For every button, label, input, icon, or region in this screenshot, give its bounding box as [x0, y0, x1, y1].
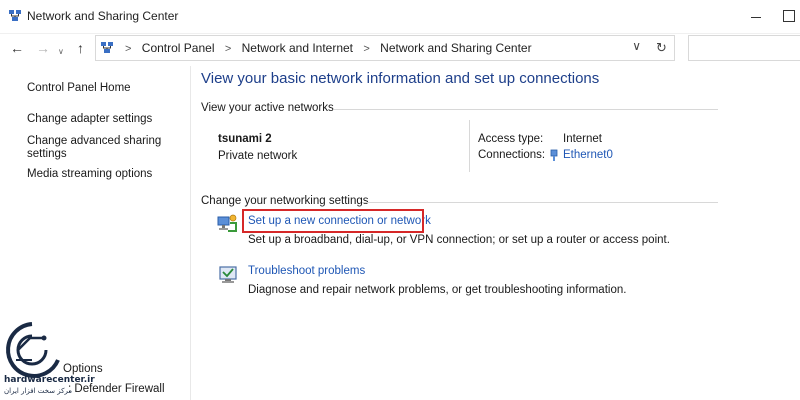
sidebar-item-media-streaming-options[interactable]: Media streaming options	[27, 166, 152, 183]
see-also-internet-options[interactable]: Options	[63, 363, 103, 375]
breadcrumb-network-and-internet[interactable]: Network and Internet	[242, 41, 353, 55]
address-dropdown-icon[interactable]: ∨	[632, 39, 641, 53]
navigation-bar: ← → ∨ ↑ > Control Panel > Network and In…	[0, 33, 800, 63]
troubleshoot-problems-link[interactable]: Troubleshoot problems	[248, 265, 365, 277]
breadcrumb-control-panel[interactable]: Control Panel	[142, 41, 215, 55]
watermark-site-name: hardwarecenter.ir	[4, 375, 95, 385]
network-name: tsunami 2	[218, 133, 272, 145]
breadcrumb-separator[interactable]: >	[225, 43, 231, 55]
network-sharing-app-icon	[9, 10, 21, 21]
sidebar-item-change-adapter-settings[interactable]: Change adapter settings	[27, 111, 152, 128]
section-divider	[334, 109, 718, 110]
breadcrumb-network-and-sharing-center[interactable]: Network and Sharing Center	[380, 41, 531, 55]
refresh-icon[interactable]: ↻	[649, 35, 675, 61]
setup-new-connection-description: Set up a broadband, dial-up, or VPN conn…	[248, 234, 670, 246]
access-type-label: Access type:	[478, 133, 544, 145]
section-divider	[362, 202, 718, 203]
recent-locations-chevron-icon[interactable]: ∨	[58, 44, 64, 60]
sidebar-item-change-advanced-sharing-cont[interactable]: settings	[27, 146, 67, 163]
networking-settings-header: Change your networking settings	[201, 195, 369, 207]
page-title: View your basic network information and …	[201, 70, 600, 87]
ethernet0-link[interactable]: Ethernet0	[563, 149, 613, 161]
maximize-button[interactable]	[783, 10, 795, 22]
connections-label: Connections:	[478, 149, 546, 161]
watermark-tagline: مرکز سخت افزار ایران	[4, 387, 73, 395]
troubleshoot-problems-description: Diagnose and repair network problems, or…	[248, 284, 627, 296]
network-category: Private network	[218, 150, 298, 162]
troubleshoot-icon	[219, 266, 237, 283]
breadcrumb-separator[interactable]: >	[125, 43, 131, 55]
search-input[interactable]	[688, 35, 800, 61]
control-panel-network-icon	[101, 42, 113, 53]
address-bar[interactable]: > Control Panel > Network and Internet >…	[95, 35, 650, 61]
ethernet-icon	[550, 149, 558, 161]
highlight-box	[242, 209, 424, 233]
title-bar: Network and Sharing Center	[0, 0, 800, 34]
forward-arrow-icon[interactable]: →	[36, 40, 50, 56]
access-type-value: Internet	[563, 133, 602, 145]
network-setup-icon	[217, 214, 237, 232]
active-networks-header: View your active networks	[201, 102, 334, 114]
minimize-button[interactable]	[748, 10, 764, 24]
breadcrumb-separator[interactable]: >	[363, 43, 369, 55]
window-title: Network and Sharing Center	[27, 9, 179, 23]
back-arrow-icon[interactable]: ←	[10, 40, 24, 56]
vertical-divider	[469, 120, 470, 172]
sidebar-item-control-panel-home[interactable]: Control Panel Home	[27, 80, 131, 97]
breadcrumb: > Control Panel > Network and Internet >…	[118, 41, 532, 55]
up-arrow-icon[interactable]: ↑	[77, 40, 84, 56]
